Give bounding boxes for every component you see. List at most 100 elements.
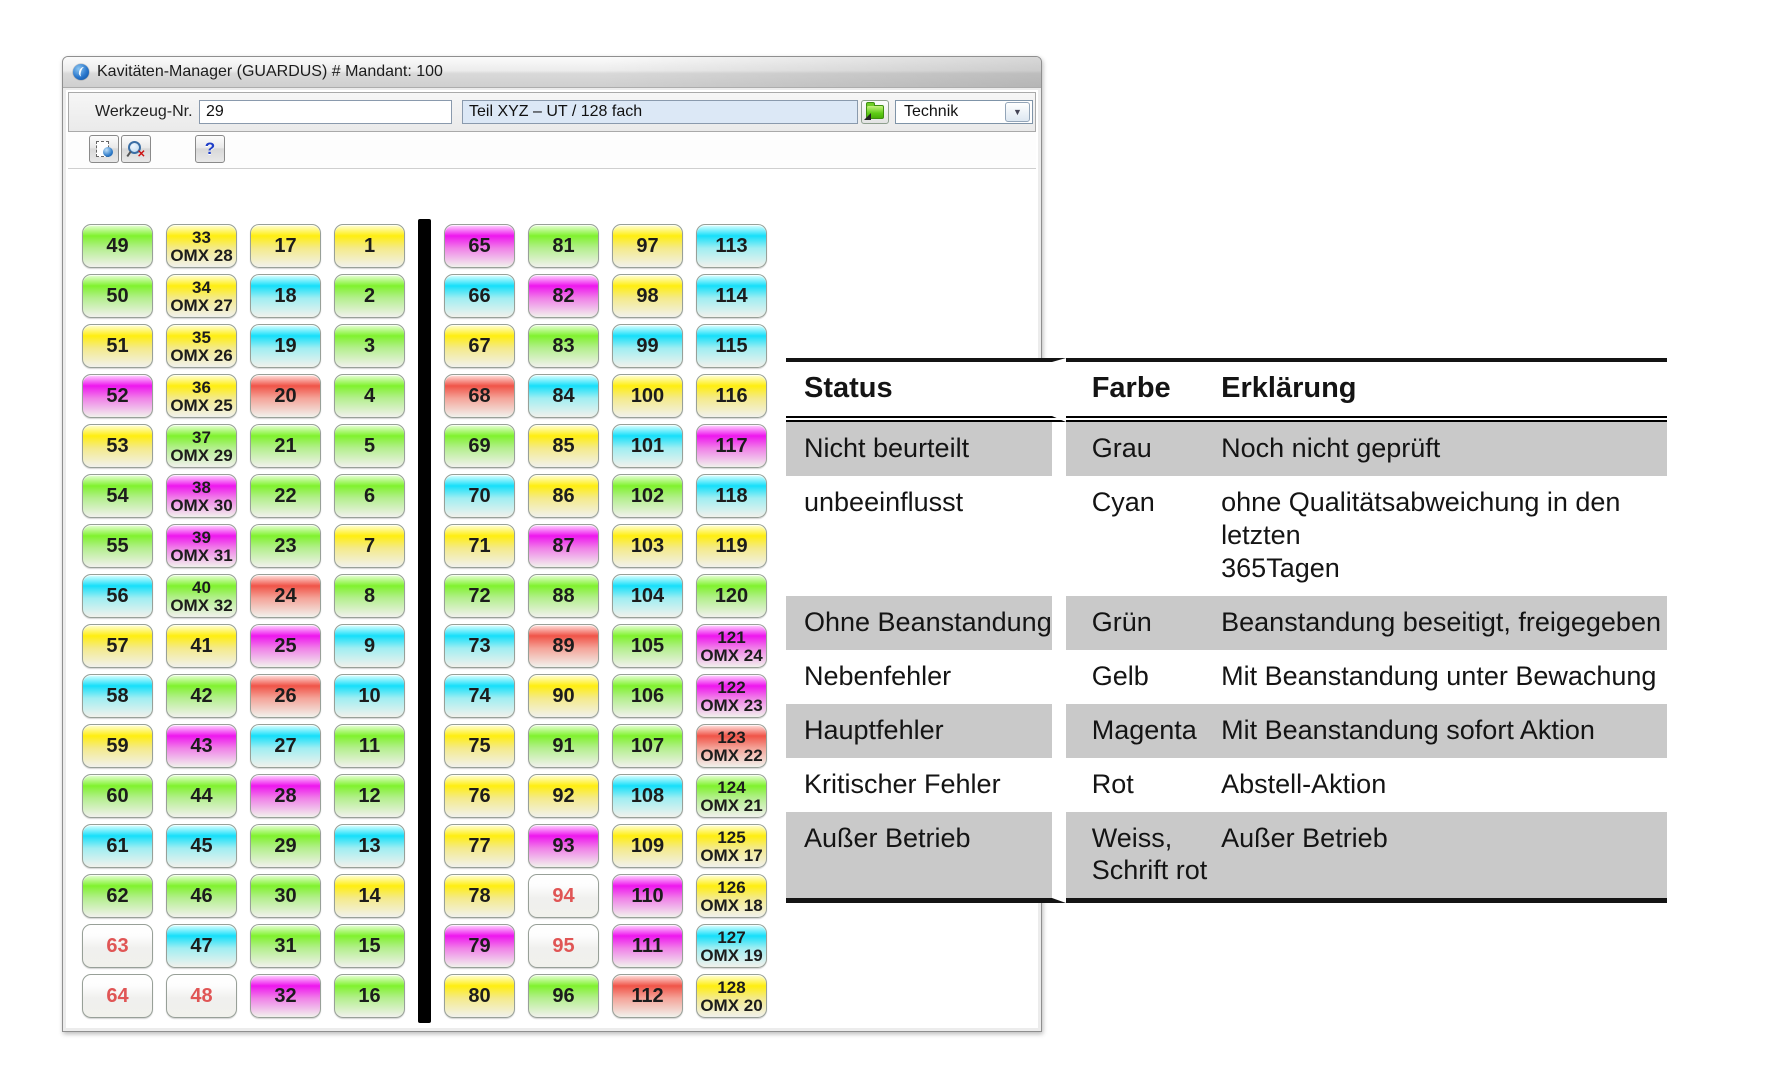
cavity-cell-111[interactable]: 111: [612, 924, 683, 968]
cavity-cell-84[interactable]: 84: [528, 374, 599, 418]
cavity-cell-26[interactable]: 26: [250, 674, 321, 718]
cavity-cell-69[interactable]: 69: [444, 424, 515, 468]
cavity-cell-108[interactable]: 108: [612, 774, 683, 818]
cavity-cell-94[interactable]: 94: [528, 874, 599, 918]
cavity-cell-71[interactable]: 71: [444, 524, 515, 568]
chevron-down-icon[interactable]: ▼: [1005, 102, 1030, 122]
cavity-cell-41[interactable]: 41: [166, 624, 237, 668]
cavity-cell-118[interactable]: 118: [696, 474, 767, 518]
part-description-input[interactable]: [462, 100, 858, 124]
cavity-cell-21[interactable]: 21: [250, 424, 321, 468]
cavity-cell-109[interactable]: 109: [612, 824, 683, 868]
cavity-cell-77[interactable]: 77: [444, 824, 515, 868]
cavity-cell-35[interactable]: 35OMX 26: [166, 324, 237, 368]
cavity-cell-82[interactable]: 82: [528, 274, 599, 318]
cavity-cell-46[interactable]: 46: [166, 874, 237, 918]
cavity-cell-32[interactable]: 32: [250, 974, 321, 1018]
cavity-cell-100[interactable]: 100: [612, 374, 683, 418]
cavity-cell-17[interactable]: 17: [250, 224, 321, 268]
cavity-cell-47[interactable]: 47: [166, 924, 237, 968]
cavity-cell-95[interactable]: 95: [528, 924, 599, 968]
cavity-cell-38[interactable]: 38OMX 30: [166, 474, 237, 518]
cavity-cell-72[interactable]: 72: [444, 574, 515, 618]
cavity-cell-70[interactable]: 70: [444, 474, 515, 518]
tool-overview-button[interactable]: [89, 135, 119, 163]
cavity-cell-27[interactable]: 27: [250, 724, 321, 768]
cavity-cell-2[interactable]: 2: [334, 274, 405, 318]
cavity-cell-124[interactable]: 124OMX 21: [696, 774, 767, 818]
cavity-cell-105[interactable]: 105: [612, 624, 683, 668]
cavity-cell-126[interactable]: 126OMX 18: [696, 874, 767, 918]
cavity-cell-39[interactable]: 39OMX 31: [166, 524, 237, 568]
cavity-cell-123[interactable]: 123OMX 22: [696, 724, 767, 768]
cavity-cell-117[interactable]: 117: [696, 424, 767, 468]
cavity-cell-85[interactable]: 85: [528, 424, 599, 468]
cavity-cell-122[interactable]: 122OMX 23: [696, 674, 767, 718]
cavity-cell-110[interactable]: 110: [612, 874, 683, 918]
cavity-cell-92[interactable]: 92: [528, 774, 599, 818]
close-search-button[interactable]: [121, 135, 151, 163]
cavity-cell-59[interactable]: 59: [82, 724, 153, 768]
cavity-cell-125[interactable]: 125OMX 17: [696, 824, 767, 868]
cavity-cell-22[interactable]: 22: [250, 474, 321, 518]
cavity-cell-114[interactable]: 114: [696, 274, 767, 318]
cavity-cell-33[interactable]: 33OMX 28: [166, 224, 237, 268]
cavity-cell-40[interactable]: 40OMX 32: [166, 574, 237, 618]
cavity-cell-16[interactable]: 16: [334, 974, 405, 1018]
cavity-cell-78[interactable]: 78: [444, 874, 515, 918]
cavity-cell-93[interactable]: 93: [528, 824, 599, 868]
cavity-cell-6[interactable]: 6: [334, 474, 405, 518]
cavity-cell-25[interactable]: 25: [250, 624, 321, 668]
cavity-cell-5[interactable]: 5: [334, 424, 405, 468]
cavity-cell-15[interactable]: 15: [334, 924, 405, 968]
cavity-cell-14[interactable]: 14: [334, 874, 405, 918]
cavity-cell-37[interactable]: 37OMX 29: [166, 424, 237, 468]
cavity-cell-113[interactable]: 113: [696, 224, 767, 268]
cavity-cell-12[interactable]: 12: [334, 774, 405, 818]
cavity-cell-103[interactable]: 103: [612, 524, 683, 568]
cavity-cell-58[interactable]: 58: [82, 674, 153, 718]
cavity-cell-1[interactable]: 1: [334, 224, 405, 268]
cavity-cell-119[interactable]: 119: [696, 524, 767, 568]
cavity-cell-13[interactable]: 13: [334, 824, 405, 868]
help-button[interactable]: ?: [195, 135, 225, 163]
cavity-cell-120[interactable]: 120: [696, 574, 767, 618]
cavity-cell-24[interactable]: 24: [250, 574, 321, 618]
cavity-cell-88[interactable]: 88: [528, 574, 599, 618]
category-combobox[interactable]: Technik ▼: [895, 100, 1033, 124]
cavity-cell-50[interactable]: 50: [82, 274, 153, 318]
cavity-cell-104[interactable]: 104: [612, 574, 683, 618]
cavity-cell-79[interactable]: 79: [444, 924, 515, 968]
cavity-cell-7[interactable]: 7: [334, 524, 405, 568]
cavity-cell-31[interactable]: 31: [250, 924, 321, 968]
cavity-cell-64[interactable]: 64: [82, 974, 153, 1018]
cavity-cell-23[interactable]: 23: [250, 524, 321, 568]
cavity-cell-91[interactable]: 91: [528, 724, 599, 768]
cavity-cell-4[interactable]: 4: [334, 374, 405, 418]
cavity-cell-30[interactable]: 30: [250, 874, 321, 918]
cavity-cell-89[interactable]: 89: [528, 624, 599, 668]
cavity-cell-121[interactable]: 121OMX 24: [696, 624, 767, 668]
cavity-cell-34[interactable]: 34OMX 27: [166, 274, 237, 318]
cavity-cell-20[interactable]: 20: [250, 374, 321, 418]
cavity-cell-102[interactable]: 102: [612, 474, 683, 518]
cavity-cell-76[interactable]: 76: [444, 774, 515, 818]
cavity-cell-63[interactable]: 63: [82, 924, 153, 968]
cavity-cell-90[interactable]: 90: [528, 674, 599, 718]
cavity-cell-42[interactable]: 42: [166, 674, 237, 718]
cavity-cell-99[interactable]: 99: [612, 324, 683, 368]
cavity-cell-127[interactable]: 127OMX 19: [696, 924, 767, 968]
cavity-cell-87[interactable]: 87: [528, 524, 599, 568]
cavity-cell-19[interactable]: 19: [250, 324, 321, 368]
cavity-cell-112[interactable]: 112: [612, 974, 683, 1018]
cavity-cell-49[interactable]: 49: [82, 224, 153, 268]
cavity-cell-57[interactable]: 57: [82, 624, 153, 668]
tool-number-input[interactable]: [199, 100, 452, 124]
cavity-cell-86[interactable]: 86: [528, 474, 599, 518]
cavity-cell-61[interactable]: 61: [82, 824, 153, 868]
cavity-cell-48[interactable]: 48: [166, 974, 237, 1018]
cavity-cell-106[interactable]: 106: [612, 674, 683, 718]
cavity-cell-66[interactable]: 66: [444, 274, 515, 318]
cavity-cell-81[interactable]: 81: [528, 224, 599, 268]
cavity-cell-101[interactable]: 101: [612, 424, 683, 468]
